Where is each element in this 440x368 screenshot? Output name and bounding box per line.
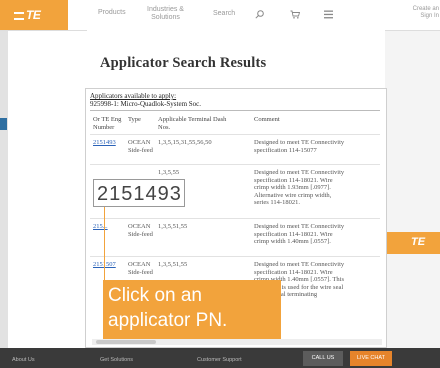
callout-pointer bbox=[104, 196, 105, 280]
footer-link-about[interactable]: About Us bbox=[12, 357, 35, 363]
right-side-panel bbox=[385, 30, 440, 348]
nav-industries-solutions[interactable]: Industries & Solutions bbox=[147, 6, 184, 22]
row-dash: 1,3,5,55 bbox=[158, 169, 180, 176]
search-input[interactable]: Search bbox=[213, 10, 235, 17]
zoomed-applicator-pn: 2151493 bbox=[93, 179, 185, 207]
row-dash: 1,3,5,51,55 bbox=[158, 223, 188, 230]
col-header-type: Type bbox=[128, 116, 141, 123]
row-dash: 1,3,5,15,31,55,56,50 bbox=[158, 139, 212, 146]
applicator-pn-link[interactable]: 2151493 bbox=[93, 139, 116, 147]
account-line1: Create an bbox=[412, 6, 439, 12]
col-header-pn: Or TE Eng Number bbox=[93, 116, 122, 131]
row-comment: Designed to meet TE Connectivity specifi… bbox=[254, 169, 345, 206]
logo-text: TE bbox=[26, 8, 41, 22]
cart-icon[interactable] bbox=[290, 10, 300, 19]
nav-industries-line2: Solutions bbox=[151, 14, 180, 21]
account-sign-in[interactable]: Create an Sign In bbox=[395, 6, 439, 20]
te-logo[interactable]: TE bbox=[14, 8, 58, 22]
caption-line2: 925998-1: Micro-Quadlok-System Soc. bbox=[90, 100, 202, 108]
row-dash: 1,3,5,51,55 bbox=[158, 261, 188, 268]
scrollbar-thumb[interactable] bbox=[96, 340, 156, 344]
col-header-comment: Comment bbox=[254, 116, 280, 123]
search-icon[interactable] bbox=[255, 10, 264, 19]
sign-in-link[interactable]: Sign In bbox=[395, 13, 439, 20]
row-comment: Designed to meet TE Connectivity specifi… bbox=[254, 223, 345, 245]
logo-bars-icon bbox=[14, 11, 24, 20]
nav-products[interactable]: Products bbox=[98, 9, 126, 17]
row-divider bbox=[90, 164, 380, 165]
left-side-tab[interactable] bbox=[0, 118, 7, 130]
live-chat-button[interactable]: LIVE CHAT bbox=[350, 351, 392, 366]
applicator-pn-link[interactable]: 215... bbox=[93, 223, 108, 231]
col-header-dash: Applicable Terminal Dash Nos. bbox=[158, 116, 227, 131]
nav-industries-line1: Industries & bbox=[147, 6, 184, 13]
menu-icon[interactable] bbox=[324, 10, 333, 19]
row-type: OCEAN Side-feed bbox=[128, 223, 153, 238]
instruction-callout: Click on an applicator PN. bbox=[103, 280, 281, 339]
row-divider bbox=[90, 218, 380, 219]
row-comment: Designed to meet TE Connectivity specifi… bbox=[254, 139, 345, 154]
page-title: Applicator Search Results bbox=[100, 55, 267, 71]
call-us-button[interactable]: CALL US bbox=[303, 351, 343, 366]
te-logo-small: TE bbox=[411, 236, 426, 248]
caption-line1: Applicators available to apply: bbox=[90, 92, 177, 100]
row-type: OCEAN Side-feed bbox=[128, 139, 153, 154]
footer-link-solutions[interactable]: Get Solutions bbox=[100, 357, 133, 363]
row-type: OCEAN Side-feed bbox=[128, 261, 153, 276]
callout-line2: applicator PN. bbox=[108, 310, 228, 331]
results-caption: Applicators available to apply: 925998-1… bbox=[90, 92, 201, 108]
callout-line1: Click on an bbox=[108, 285, 202, 306]
row-divider bbox=[90, 134, 380, 135]
left-side-panel bbox=[0, 30, 8, 348]
footer-link-support[interactable]: Customer Support bbox=[197, 357, 242, 363]
row-divider bbox=[90, 256, 380, 257]
